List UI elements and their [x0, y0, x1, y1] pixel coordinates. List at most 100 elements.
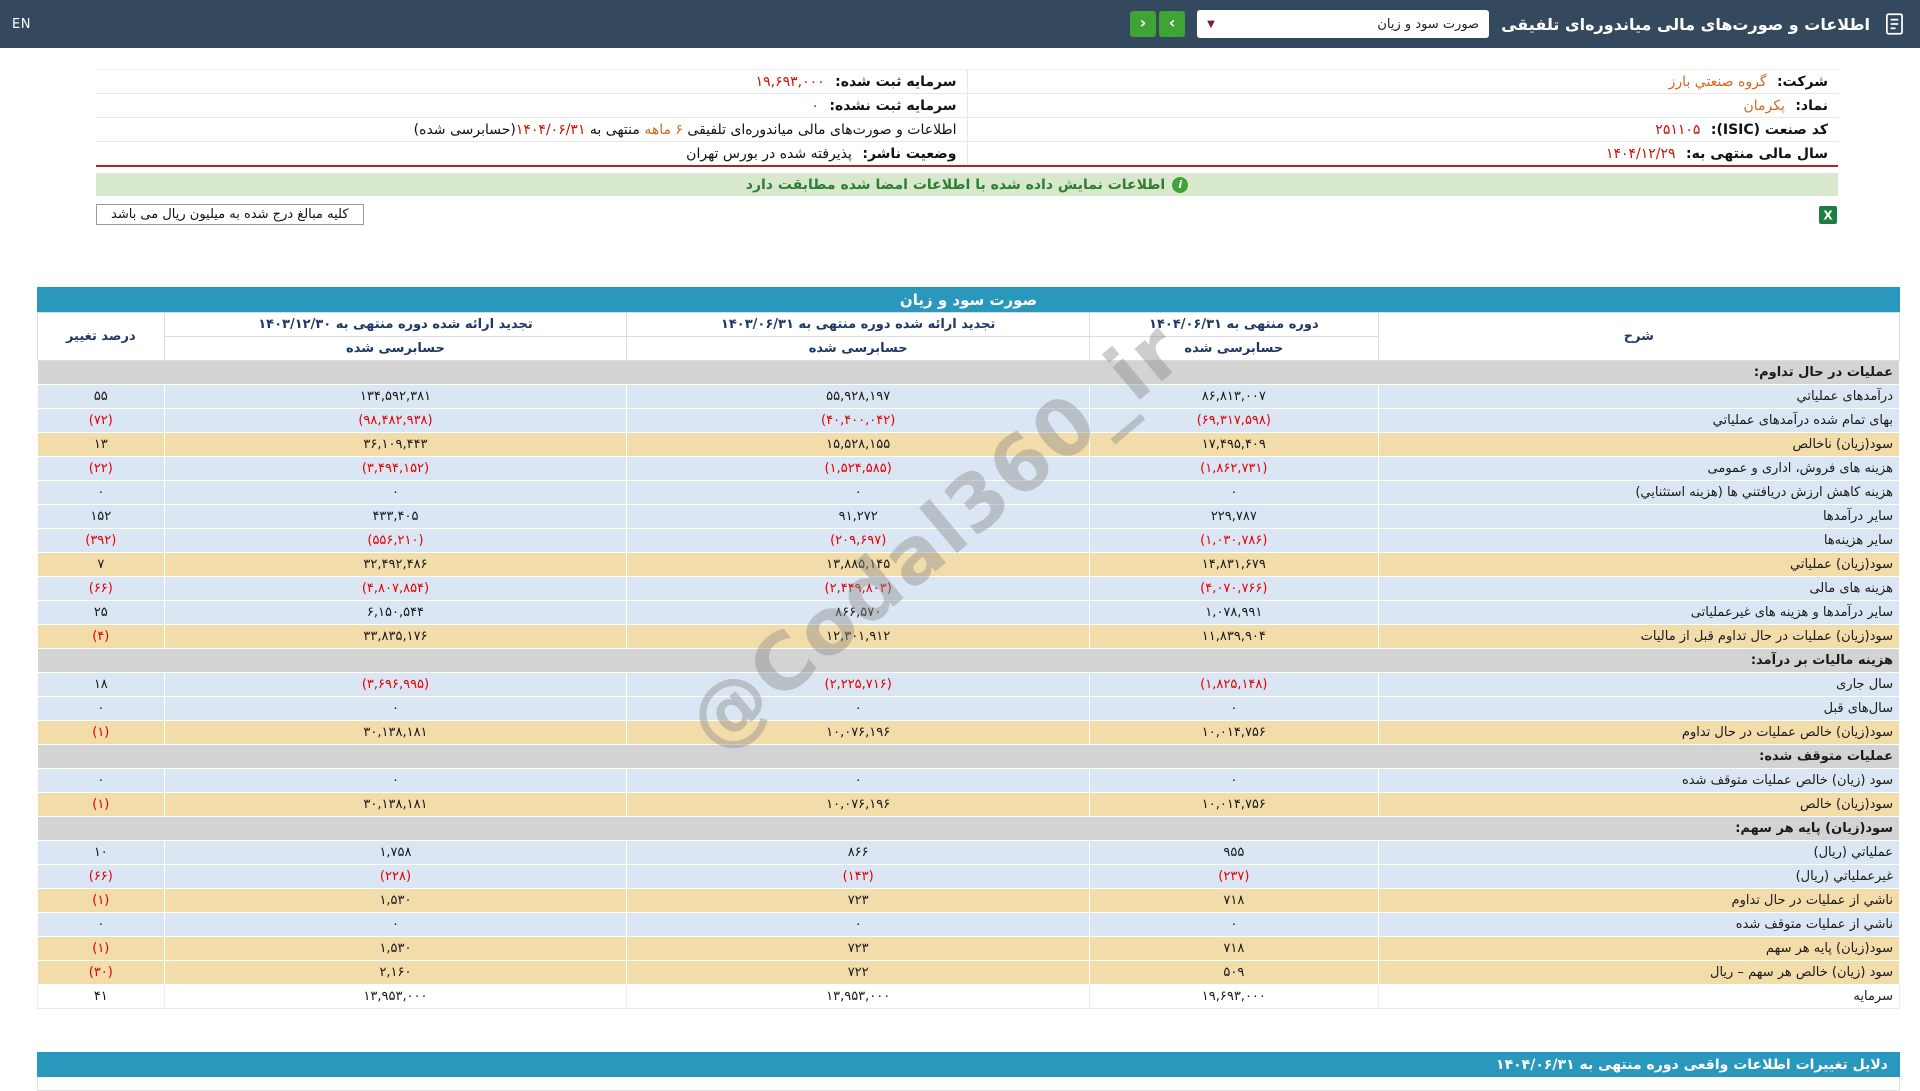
value-cell: (۲۲۸) — [164, 865, 627, 889]
statement-row: هزینه های فروش، اداری و عمومی(۱,۸۶۲,۷۳۱)… — [38, 457, 1900, 481]
company-info-table: شرکت: گروه صنعتي بارز سرمایه ثبت شده: ۱۹… — [96, 69, 1838, 167]
change-cell: ۷ — [38, 553, 165, 577]
statement-type-dropdown[interactable]: صورت سود و زیان ▼ — [1197, 10, 1489, 38]
statement-row: سایر هزینه‌ها(۱,۰۳۰,۷۸۶)(۲۰۹,۶۹۷)(۵۵۶,۲۱… — [38, 529, 1900, 553]
page-title: اطلاعات و صورت‌های مالی میاندوره‌ای تلفی… — [1501, 15, 1870, 34]
value-cell: ۱,۰۷۸,۹۹۱ — [1090, 601, 1379, 625]
isic-label: کد صنعت (ISIC): — [1711, 122, 1828, 138]
period-prefix: اطلاعات و صورت‌های مالی میاندوره‌ای تلفی… — [687, 122, 956, 138]
statement-row: هزینه های مالی(۴,۰۷۰,۷۶۶)(۲,۴۴۹,۸۰۳)(۴,۸… — [38, 577, 1900, 601]
column-header-current-period: دوره منتهی به ۱۴۰۴/۰۶/۳۱ — [1090, 313, 1379, 337]
value-cell: (۱,۰۳۰,۷۸۶) — [1090, 529, 1379, 553]
statement-row: سود(زیان) پایه هر سهم۷۱۸۷۲۳۱,۵۳۰(۱) — [38, 937, 1900, 961]
next-statement-button[interactable]: › — [1159, 11, 1185, 37]
section-label: عملیات در حال تداوم: — [38, 361, 1900, 385]
symbol-cell: نماد: پکرمان — [967, 94, 1838, 118]
value-cell: (۱۴۳) — [627, 865, 1090, 889]
value-cell: ۰ — [164, 913, 627, 937]
row-label: سود(زیان) عملیات در حال تداوم قبل از مال… — [1378, 625, 1899, 649]
fiscal-year-cell: سال مالی منتهی به: ۱۴۰۴/۱۲/۲۹ — [967, 142, 1838, 167]
value-cell: (۳,۶۹۶,۹۹۵) — [164, 673, 627, 697]
row-label: سایر درآمدها — [1378, 505, 1899, 529]
row-label: سود(زیان) پایه هر سهم — [1378, 937, 1899, 961]
value-cell: (۲۰۹,۶۹۷) — [627, 529, 1090, 553]
statement-row: بهای تمام شده درآمدهای عملیاتي(۶۹,۳۱۷,۵۹… — [38, 409, 1900, 433]
excel-export-button[interactable]: X — [1818, 205, 1838, 225]
value-cell: (۲,۲۲۵,۷۱۶) — [627, 673, 1090, 697]
tools-row: X کلیه مبالغ درج شده به میلیون ریال می ب… — [96, 204, 1838, 225]
value-cell: ۳۳,۸۳۵,۱۷۶ — [164, 625, 627, 649]
reasons-title-bar: دلایل تغییرات اطلاعات واقعی دوره منتهی ب… — [37, 1052, 1900, 1077]
value-cell: (۴,۸۰۷,۸۵۴) — [164, 577, 627, 601]
value-cell: ۱۰,۰۱۴,۷۵۶ — [1090, 721, 1379, 745]
value-cell: ۰ — [627, 913, 1090, 937]
statement-type-selected-value: صورت سود و زیان — [1377, 17, 1479, 32]
unregistered-capital-value: ۰ — [811, 98, 819, 114]
value-cell: ۷۱۸ — [1090, 937, 1379, 961]
value-cell: (۲۳۷) — [1090, 865, 1379, 889]
symbol-value: پکرمان — [1743, 98, 1784, 114]
statement-row: سود(زیان) عملیاتي۱۴,۸۳۱,۶۷۹۱۳,۸۸۵,۱۴۵۳۲,… — [38, 553, 1900, 577]
row-label: درآمدهای عملیاتي — [1378, 385, 1899, 409]
change-cell: ۱۸ — [38, 673, 165, 697]
row-label: سایر درآمدها و هزینه های غیرعملیاتی — [1378, 601, 1899, 625]
info-row: نماد: پکرمان سرمایه ثبت نشده: ۰ — [96, 94, 1838, 118]
statement-row: سال جاری(۱,۸۲۵,۱۴۸)(۲,۲۲۵,۷۱۶)(۳,۶۹۶,۹۹۵… — [38, 673, 1900, 697]
row-label: سرمایه — [1378, 985, 1899, 1009]
period-cell: اطلاعات و صورت‌های مالی میاندوره‌ای تلفی… — [96, 118, 967, 142]
value-cell: ۱۲,۳۰۱,۹۱۲ — [627, 625, 1090, 649]
value-cell: (۴۰,۴۰۰,۰۴۲) — [627, 409, 1090, 433]
value-cell: ۰ — [164, 697, 627, 721]
section-label: هزینه مالیات بر درآمد: — [38, 649, 1900, 673]
value-cell: ۲,۱۶۰ — [164, 961, 627, 985]
fiscal-year-label: سال مالی منتهی به: — [1686, 146, 1828, 162]
statement-section: صورت سود و زیان شرح دوره منتهی به ۱۴۰۴/۰… — [37, 287, 1900, 1009]
change-cell: (۱) — [38, 793, 165, 817]
statement-row: سود(زیان) عملیات در حال تداوم قبل از مال… — [38, 625, 1900, 649]
value-cell: ۰ — [1090, 913, 1379, 937]
column-header-restated-year-end: تجدید ارائه شده دوره منتهی به ۱۴۰۳/۱۲/۳۰ — [164, 313, 627, 337]
change-cell: ۱۰ — [38, 841, 165, 865]
change-cell: (۲۲) — [38, 457, 165, 481]
value-cell: ۴۳۳,۴۰۵ — [164, 505, 627, 529]
value-cell: (۱,۸۶۲,۷۳۱) — [1090, 457, 1379, 481]
value-cell: ۸۶۶ — [627, 841, 1090, 865]
statement-row: سرمایه۱۹,۶۹۳,۰۰۰۱۳,۹۵۳,۰۰۰۱۳,۹۵۳,۰۰۰۴۱ — [38, 985, 1900, 1009]
change-cell: ۱۳ — [38, 433, 165, 457]
unregistered-capital-label: سرمایه ثبت نشده: — [829, 98, 956, 114]
change-cell: ۰ — [38, 481, 165, 505]
value-cell: (۱,۵۲۴,۵۸۵) — [627, 457, 1090, 481]
signed-info-text: اطلاعات نمایش داده شده با اطلاعات امضا ش… — [746, 177, 1165, 193]
report-document-icon — [1882, 11, 1908, 37]
registered-capital-cell: سرمایه ثبت شده: ۱۹,۶۹۳,۰۰۰ — [96, 70, 967, 94]
language-switch-en[interactable]: EN — [12, 17, 31, 32]
value-cell: ۰ — [164, 769, 627, 793]
value-cell: ۸۶,۸۱۳,۰۰۷ — [1090, 385, 1379, 409]
value-cell: ۰ — [627, 697, 1090, 721]
statement-table: شرح دوره منتهی به ۱۴۰۴/۰۶/۳۱ تجدید ارائه… — [37, 312, 1900, 1009]
change-cell: (۶۶) — [38, 865, 165, 889]
statement-row: سایر درآمدها۲۲۹,۷۸۷۹۱,۲۷۲۴۳۳,۴۰۵۱۵۲ — [38, 505, 1900, 529]
isic-cell: کد صنعت (ISIC): ۲۵۱۱۰۵ — [967, 118, 1838, 142]
value-cell: (۹۸,۴۸۲,۹۳۸) — [164, 409, 627, 433]
value-cell: ۱۰,۰۷۶,۱۹۶ — [627, 721, 1090, 745]
value-cell: ۱۳,۹۵۳,۰۰۰ — [164, 985, 627, 1009]
value-cell: ۱,۷۵۸ — [164, 841, 627, 865]
reasons-empty-row — [37, 1077, 1900, 1091]
subheader-audited: حسابرسی شده — [164, 337, 627, 361]
change-cell: (۳۰) — [38, 961, 165, 985]
statement-row: سال‌های قبل۰۰۰۰ — [38, 697, 1900, 721]
statement-row: سایر درآمدها و هزینه های غیرعملیاتی۱,۰۷۸… — [38, 601, 1900, 625]
value-cell: ۵۵,۹۲۸,۱۹۷ — [627, 385, 1090, 409]
value-cell: ۱۳,۹۵۳,۰۰۰ — [627, 985, 1090, 1009]
page: { "colors": { "topbar-bg": "#34495e", "t… — [0, 0, 1920, 1080]
statement-table-body: عملیات در حال تداوم:درآمدهای عملیاتي۸۶,۸… — [38, 361, 1900, 1009]
value-cell: ۰ — [1090, 481, 1379, 505]
prev-statement-button[interactable]: ‹ — [1130, 11, 1156, 37]
value-cell: ۱,۵۳۰ — [164, 889, 627, 913]
row-label: عملیاتي (ریال) — [1378, 841, 1899, 865]
section-row: سود(زیان) پایه هر سهم: — [38, 817, 1900, 841]
statement-table-header: شرح دوره منتهی به ۱۴۰۴/۰۶/۳۱ تجدید ارائه… — [38, 313, 1900, 361]
value-cell: ۱,۵۳۰ — [164, 937, 627, 961]
info-row: کد صنعت (ISIC): ۲۵۱۱۰۵ اطلاعات و صورت‌ها… — [96, 118, 1838, 142]
